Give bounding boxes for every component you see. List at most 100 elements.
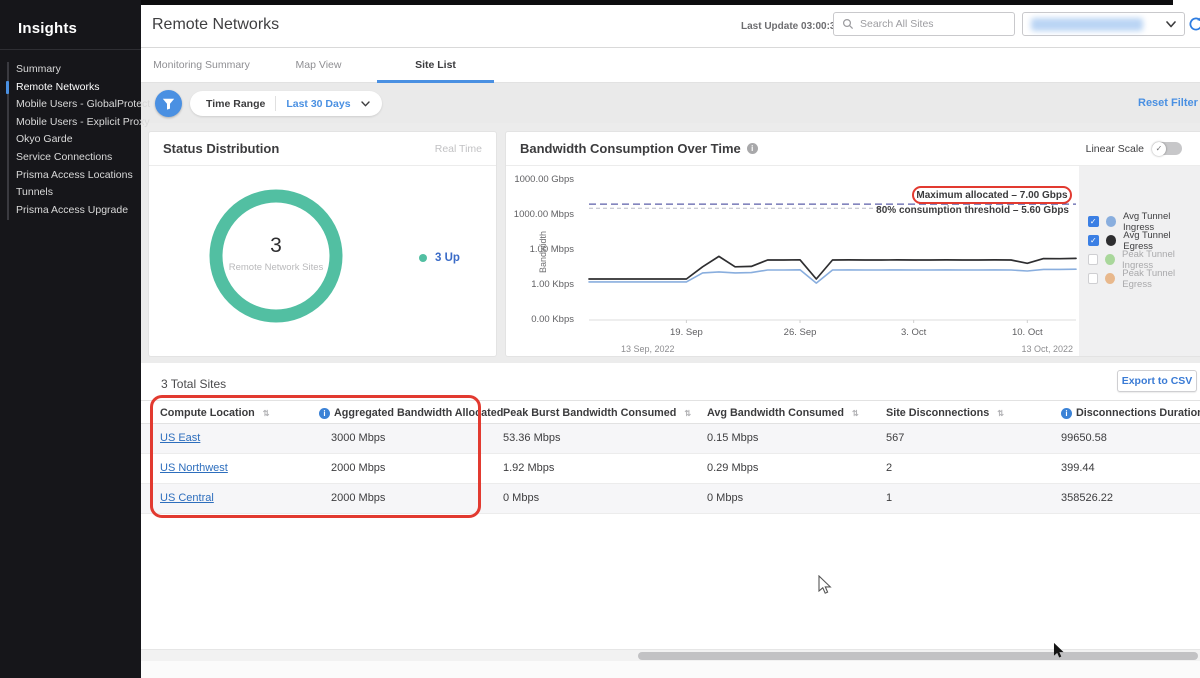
- table-column-header[interactable]: i Disconnections Duration ⇅: [1061, 401, 1200, 425]
- svg-text:Bandwidth: Bandwidth: [538, 231, 548, 273]
- total-sites-summary: 3 Total Sites: [161, 377, 226, 391]
- sidebar-item[interactable]: Summary: [0, 61, 141, 79]
- column-label: Site Disconnections: [886, 407, 989, 419]
- sidebar: Insights SummaryRemote NetworksMobile Us…: [0, 0, 141, 678]
- table-column-header[interactable]: i Avg Bandwidth Consumed ⇅: [707, 401, 859, 425]
- chevron-down-icon: [1166, 21, 1176, 28]
- table-column-header[interactable]: i Peak Burst Bandwidth Consumed ⇅: [503, 401, 691, 425]
- disconnections-duration-cell: 358526.22: [1061, 492, 1113, 504]
- table-row: US Northwest 2000 Mbps 1.92 Mbps 0.29 Mb…: [141, 454, 1200, 484]
- disconnections-duration-cell: 99650.58: [1061, 432, 1107, 444]
- column-label: Disconnections Duration: [1076, 407, 1200, 419]
- legend-series-dot: [1105, 273, 1115, 284]
- sort-icon[interactable]: ⇅: [852, 409, 859, 418]
- disconnections-duration-cell: 399.44: [1061, 462, 1095, 474]
- max-allocated-text: Maximum allocated – 7.00 Gbps: [916, 190, 1067, 201]
- donut-count-label: Remote Network Sites: [197, 262, 355, 273]
- linear-scale-control: Linear Scale ✓: [1086, 142, 1186, 155]
- legend-series-dot: [1105, 254, 1115, 265]
- sidebar-nav: SummaryRemote NetworksMobile Users - Glo…: [0, 61, 141, 219]
- table-row: US Central 2000 Mbps 0 Mbps 0 Mbps 1 358…: [141, 484, 1200, 514]
- sidebar-item[interactable]: Service Connections: [0, 149, 141, 167]
- sort-icon[interactable]: ⇅: [263, 409, 270, 418]
- cards-background: Status Distribution Real Time 3 Remote N…: [141, 123, 1200, 363]
- time-range-label: Time Range: [206, 98, 265, 110]
- svg-text:1.00 Mbps: 1.00 Mbps: [530, 244, 575, 255]
- svg-text:1.00 Kbps: 1.00 Kbps: [531, 279, 574, 290]
- column-label: Compute Location: [160, 407, 255, 419]
- sidebar-item[interactable]: Prisma Access Upgrade: [0, 202, 141, 220]
- tab[interactable]: Map View: [260, 48, 377, 83]
- mouse-cursor-outline: [818, 575, 833, 595]
- sidebar-item[interactable]: Okyo Garde: [0, 131, 141, 149]
- search-input[interactable]: [860, 18, 995, 30]
- status-card-title: Status Distribution: [163, 141, 279, 156]
- status-distribution-card: Status Distribution Real Time 3 Remote N…: [148, 131, 497, 357]
- info-icon[interactable]: i: [319, 408, 330, 419]
- site-disconnections-cell: 1: [886, 492, 892, 504]
- legend-checkbox[interactable]: [1088, 235, 1099, 246]
- real-time-label: Real Time: [435, 143, 482, 155]
- bottom-margin: [141, 661, 1200, 678]
- aggregated-bandwidth-cell: 3000 Mbps: [331, 432, 385, 444]
- linear-scale-toggle[interactable]: ✓: [1152, 142, 1182, 155]
- legend-series-label: Peak Tunnel Egress: [1122, 268, 1200, 290]
- time-range-control[interactable]: Time Range Last 30 Days: [190, 91, 382, 116]
- sidebar-item[interactable]: Remote Networks: [0, 79, 141, 97]
- tab[interactable]: Monitoring Summary: [143, 48, 260, 83]
- sort-icon[interactable]: ⇅: [997, 409, 1004, 418]
- table-column-header[interactable]: i Aggregated Bandwidth Allocated ⇅: [319, 401, 503, 425]
- tab-bar: Monitoring SummaryMap ViewSite List: [141, 48, 1200, 83]
- linear-scale-label: Linear Scale: [1086, 143, 1144, 155]
- tenant-dropdown[interactable]: [1022, 12, 1185, 36]
- horizontal-scrollbar-thumb[interactable]: [638, 652, 1198, 660]
- toggle-knob-check-icon: ✓: [1152, 142, 1166, 156]
- legend-series-dot: [1106, 235, 1117, 246]
- bandwidth-card-header: Bandwidth Consumption Over Time i Linear…: [506, 132, 1200, 166]
- legend-checkbox[interactable]: [1088, 216, 1099, 227]
- page-title: Remote Networks: [152, 16, 279, 34]
- filter-button[interactable]: [155, 90, 182, 117]
- legend-checkbox[interactable]: [1088, 273, 1098, 284]
- search-box[interactable]: [833, 12, 1015, 36]
- table-column-header[interactable]: i Compute Location ⇅: [160, 401, 269, 425]
- legend-item[interactable]: Peak Tunnel Ingress: [1079, 254, 1200, 265]
- export-to-csv-button[interactable]: Export to CSV: [1117, 370, 1197, 392]
- svg-text:3. Oct: 3. Oct: [901, 327, 927, 338]
- status-legend-item[interactable]: 3 Up: [419, 252, 460, 264]
- peak-burst-cell: 1.92 Mbps: [503, 462, 554, 474]
- legend-item[interactable]: Peak Tunnel Egress: [1079, 273, 1200, 284]
- table-row: US East 3000 Mbps 53.36 Mbps 0.15 Mbps 5…: [141, 424, 1200, 454]
- time-range-value[interactable]: Last 30 Days: [286, 98, 350, 110]
- svg-text:10. Oct: 10. Oct: [1012, 327, 1043, 338]
- site-disconnections-cell: 567: [886, 432, 904, 444]
- info-icon[interactable]: i: [1061, 408, 1072, 419]
- site-link[interactable]: US Northwest: [160, 462, 228, 474]
- site-link-cell[interactable]: US East: [160, 432, 200, 444]
- site-link[interactable]: US Central: [160, 492, 214, 504]
- site-link[interactable]: US East: [160, 432, 200, 444]
- tenant-name-redacted: [1031, 18, 1143, 31]
- sidebar-item[interactable]: Tunnels: [0, 184, 141, 202]
- sidebar-item[interactable]: Mobile Users - GlobalProtect: [0, 96, 141, 114]
- site-link-cell[interactable]: US Central: [160, 492, 214, 504]
- svg-text:1000.00 Mbps: 1000.00 Mbps: [514, 209, 574, 220]
- up-status-label: 3 Up: [435, 252, 460, 264]
- filter-bar: Time Range Last 30 Days Reset Filter: [141, 83, 1200, 123]
- refresh-icon[interactable]: [1188, 16, 1200, 32]
- svg-text:26. Sep: 26. Sep: [784, 327, 817, 338]
- pill-divider: [275, 96, 276, 111]
- legend-item[interactable]: Avg Tunnel Egress: [1079, 235, 1200, 246]
- site-link-cell[interactable]: US Northwest: [160, 462, 228, 474]
- horizontal-scrollbar-track[interactable]: [141, 649, 1200, 661]
- legend-item[interactable]: Avg Tunnel Ingress: [1079, 216, 1200, 227]
- tab[interactable]: Site List: [377, 48, 494, 83]
- table-column-header[interactable]: i Site Disconnections ⇅: [886, 401, 1004, 425]
- sort-icon[interactable]: ⇅: [684, 409, 691, 418]
- column-label: Avg Bandwidth Consumed: [707, 407, 844, 419]
- sidebar-item[interactable]: Prisma Access Locations: [0, 167, 141, 185]
- info-icon[interactable]: i: [747, 143, 758, 154]
- sidebar-item[interactable]: Mobile Users - Explicit Proxy: [0, 114, 141, 132]
- legend-checkbox[interactable]: [1088, 254, 1098, 265]
- reset-filter-link[interactable]: Reset Filter: [1138, 97, 1198, 109]
